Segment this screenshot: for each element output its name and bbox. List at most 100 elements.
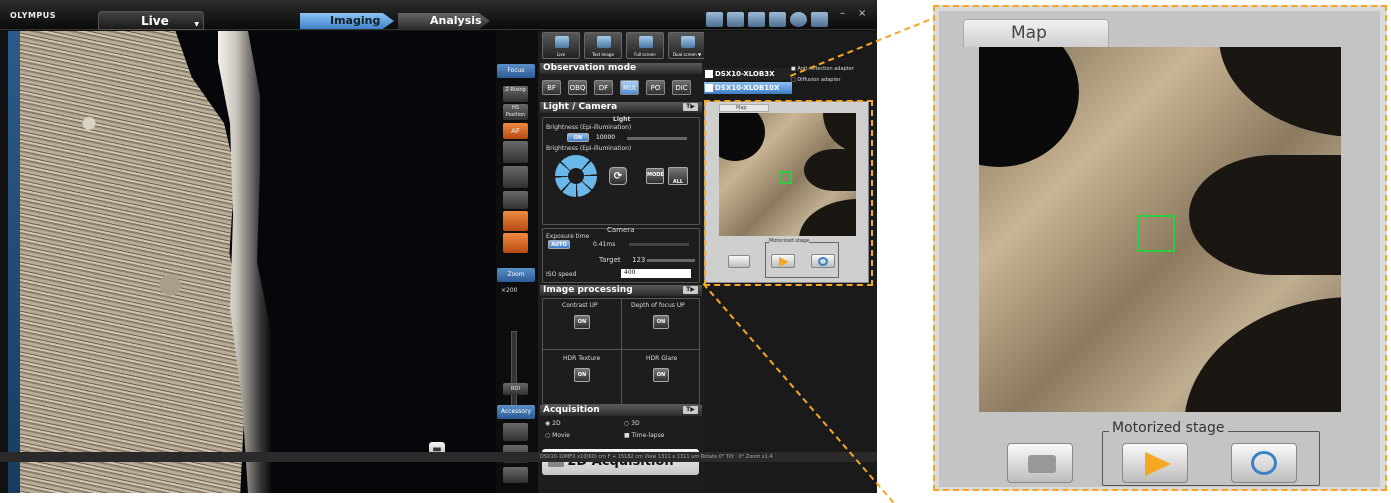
toolbar-icon bbox=[681, 36, 695, 48]
observation-mode-df[interactable]: DF bbox=[594, 80, 613, 95]
zoom-map-image[interactable] bbox=[979, 47, 1341, 412]
live-view[interactable]: ▬ bbox=[8, 31, 496, 493]
settings-icon[interactable] bbox=[811, 12, 828, 27]
exposure-slider[interactable] bbox=[629, 243, 689, 246]
observation-mode-bf[interactable]: BF bbox=[542, 80, 561, 95]
auto-exposure-button[interactable]: AUTO bbox=[548, 240, 570, 249]
toolbar-label: Live bbox=[556, 52, 566, 57]
application-window: OLYMPUS Live ▼ Imaging Analysis – × ▬ Foc… bbox=[0, 0, 877, 493]
zoom-capture-button[interactable] bbox=[1007, 443, 1073, 483]
objective-3x[interactable]: DSX10-XLOB3X bbox=[704, 68, 792, 80]
toolbar-button[interactable]: Live bbox=[542, 32, 580, 59]
diffusion-label: Diffusion adapter bbox=[797, 77, 841, 83]
radio-2d[interactable]: ◉ 2D bbox=[545, 420, 561, 427]
zoom-play-button[interactable] bbox=[1122, 443, 1188, 483]
objective-10x[interactable]: DSX10-XLOB10X bbox=[704, 82, 792, 94]
settings-panel: LiveText imageFull screenDual screen ▼St… bbox=[538, 31, 874, 493]
observation-mode-mix[interactable]: MIX bbox=[620, 80, 639, 95]
tools-icon[interactable] bbox=[769, 12, 786, 27]
view-edge bbox=[8, 31, 20, 493]
export-icon[interactable] bbox=[748, 12, 765, 27]
zoom-header: Zoom bbox=[497, 268, 535, 282]
accessory-tool-3-icon[interactable] bbox=[503, 467, 528, 483]
toolbar-icon bbox=[639, 36, 653, 48]
brightness-secondary-label: Brightness (Epi-illumination) bbox=[546, 145, 632, 152]
tab-analysis[interactable]: Analysis bbox=[398, 13, 490, 29]
hdr-texture-button[interactable]: ON bbox=[574, 368, 590, 382]
accessory-tool-1-icon[interactable] bbox=[503, 423, 528, 441]
exposure-time-value: 0.41ms bbox=[593, 241, 616, 248]
tab-analysis-label: Analysis bbox=[430, 14, 482, 27]
rotate-illumination-icon[interactable]: ⟳ bbox=[609, 167, 627, 185]
diffusion-option[interactable]: □ Diffusion adapter bbox=[791, 77, 841, 83]
help-icon[interactable] bbox=[790, 12, 807, 27]
light-camera-title: Light / Camera T▶ bbox=[540, 102, 702, 113]
autofocus-button[interactable]: AF bbox=[503, 123, 528, 139]
focus-step-icon[interactable] bbox=[503, 191, 528, 209]
toolbar-label: Full screen bbox=[634, 52, 656, 57]
observation-mode-title: Observation mode bbox=[540, 63, 702, 74]
hdr-glare-button[interactable]: ON bbox=[653, 368, 669, 382]
iso-speed-select[interactable]: 400 bbox=[621, 269, 691, 278]
olympus-logo: OLYMPUS bbox=[10, 11, 57, 20]
camera-icon bbox=[1028, 455, 1056, 473]
save-icon[interactable] bbox=[727, 12, 744, 27]
refresh-icon bbox=[1251, 451, 1277, 475]
brightness-slider[interactable] bbox=[627, 137, 687, 140]
toolbar-button[interactable]: Full screen bbox=[626, 32, 664, 59]
image-processing-toggle[interactable]: T▶ bbox=[683, 286, 698, 294]
observation-mode-dic[interactable]: DIC bbox=[672, 80, 691, 95]
toolbar-button[interactable]: Dual screen ▼ bbox=[668, 32, 706, 59]
zoom-panel: Map Motorized stage bbox=[939, 11, 1380, 487]
image-processing-title-text: Image processing bbox=[543, 285, 633, 295]
observation-mode-obq[interactable]: OBQ bbox=[568, 80, 587, 95]
objective-3x-checkbox[interactable] bbox=[705, 70, 713, 78]
mode-button[interactable]: MODE bbox=[646, 168, 664, 184]
status-bar: DSX10-10MFX x10(60) cm F + 15182 cm View… bbox=[0, 452, 877, 462]
contrast-up-button[interactable]: ON bbox=[574, 315, 590, 329]
contrast-up-label: Contrast UP bbox=[562, 302, 598, 309]
acquisition-title: Acquisition T▶ bbox=[540, 405, 702, 416]
control-sidebar: Focus Z-Rising HS Position AF Zoom ×200 … bbox=[496, 31, 538, 493]
hdr-texture-label: HDR Texture bbox=[563, 355, 601, 362]
light-header: Light bbox=[613, 116, 631, 123]
timelapse-checkbox[interactable]: ■ Time-lapse bbox=[624, 432, 664, 439]
target-label: Target bbox=[599, 256, 621, 264]
roi-button[interactable]: ROI bbox=[503, 383, 528, 395]
stage-panel: DSX10-XLOB3X DSX10-XLOB10X ■ Anti-reflec… bbox=[704, 31, 877, 493]
mode-selector[interactable]: Live ▼ bbox=[98, 11, 204, 30]
radio-movie[interactable]: ○ Movie bbox=[545, 432, 570, 439]
target-value: 123 bbox=[632, 256, 646, 264]
illumination-segment-wheel[interactable] bbox=[555, 155, 597, 197]
exposure-time-label: Exposure time bbox=[546, 233, 590, 240]
objective-10x-checkbox[interactable] bbox=[705, 84, 713, 92]
focus-up-icon[interactable] bbox=[503, 141, 528, 163]
zoom-map-tab[interactable]: Map bbox=[963, 19, 1109, 47]
all-segments-button[interactable]: ALL bbox=[668, 167, 688, 185]
zoom-value: ×200 bbox=[501, 287, 518, 294]
z-rising-button[interactable]: Z-Rising bbox=[503, 86, 528, 102]
radio-movie-label: Movie bbox=[552, 432, 570, 439]
hs-position-button[interactable]: HS Position bbox=[503, 104, 528, 120]
close-button[interactable]: × bbox=[858, 8, 866, 19]
light-on-button[interactable]: ON bbox=[567, 133, 589, 142]
camera-icon[interactable] bbox=[706, 12, 723, 27]
toolbar-button[interactable]: Text image bbox=[584, 32, 622, 59]
acquisition-title-text: Acquisition bbox=[543, 405, 600, 415]
zoom-position-marker bbox=[1137, 215, 1175, 252]
observation-mode-po[interactable]: PO bbox=[646, 80, 665, 95]
tab-imaging[interactable]: Imaging bbox=[300, 13, 394, 29]
depth-of-focus-label: Depth of focus UP bbox=[631, 302, 685, 309]
focus-fine-icon[interactable] bbox=[503, 166, 528, 188]
focus-down-icon[interactable] bbox=[503, 233, 528, 253]
zoom-refresh-button[interactable] bbox=[1231, 443, 1297, 483]
acquisition-toggle[interactable]: T▶ bbox=[683, 406, 698, 414]
accessory-header: Accessory bbox=[497, 405, 535, 419]
light-camera-toggle[interactable]: T▶ bbox=[683, 103, 698, 111]
depth-of-focus-button[interactable]: ON bbox=[653, 315, 669, 329]
tab-imaging-label: Imaging bbox=[330, 14, 381, 27]
radio-3d[interactable]: ○ 3D bbox=[624, 420, 640, 427]
focus-down-fast-icon[interactable] bbox=[503, 211, 528, 231]
minimize-button[interactable]: – bbox=[840, 8, 845, 19]
target-slider[interactable] bbox=[647, 259, 695, 262]
